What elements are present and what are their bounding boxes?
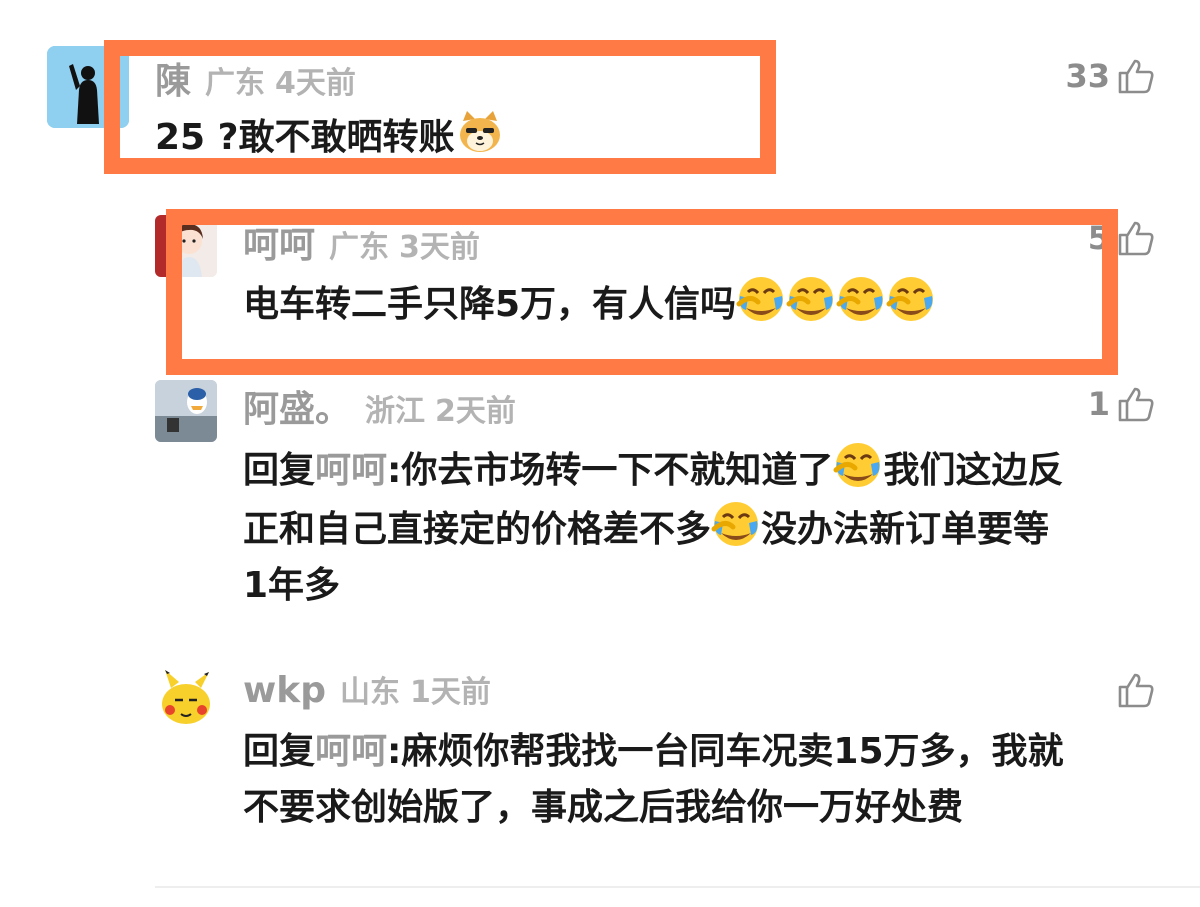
comment-text-segment: 我们这边反 — [883, 450, 1064, 491]
comment-meta: 阿盛。 浙江 2天前 — [243, 380, 516, 430]
avatar-image — [155, 668, 217, 730]
comment-text-segment: :你去市场转一下不就知道了 — [387, 450, 834, 491]
avatar[interactable] — [155, 668, 217, 730]
highlight-box — [166, 209, 1118, 375]
like-area[interactable]: 1 — [1040, 382, 1156, 426]
username[interactable]: wkp — [243, 670, 326, 711]
timestamp: 2天前 — [435, 394, 516, 429]
like-count: 1 — [1087, 385, 1110, 423]
thumbs-up-icon[interactable] — [1116, 670, 1156, 710]
comment-meta: wkp 山东 1天前 — [243, 667, 491, 713]
divider — [155, 886, 1200, 888]
thumbs-up-icon[interactable] — [1116, 384, 1156, 424]
comment-text[interactable]: 回复呵呵:麻烦你帮我找一台同车况卖15万多，我就 不要求创始版了，事成之后我给你… — [243, 724, 1064, 836]
comment-line: 回复呵呵:你去市场转一下不就知道了 我们这边反 — [243, 440, 1063, 499]
reply-prefix: 回复 — [243, 731, 316, 772]
comment-text[interactable]: 回复呵呵:你去市场转一下不就知道了 我们这边反 正和自己直接定的价格差不多 没办法新… — [243, 440, 1063, 614]
reply-prefix: 回复 — [243, 450, 316, 491]
comment-text-segment: :麻烦你帮我找一台同车况卖15万多，我就 — [387, 731, 1064, 772]
avatar-image — [155, 380, 217, 442]
laugh-cry-emoji — [833, 440, 883, 490]
comment-line: 回复呵呵:麻烦你帮我找一台同车况卖15万多，我就 — [243, 724, 1064, 780]
like-count: 33 — [1065, 57, 1110, 95]
thumbs-up-icon[interactable] — [1116, 218, 1156, 258]
like-area[interactable]: 33 — [1040, 54, 1156, 98]
username[interactable]: 阿盛。 — [243, 380, 351, 432]
location: 山东 — [339, 675, 400, 710]
reply-target-username[interactable]: 呵呵 — [315, 450, 387, 491]
comment-text-segment: 没办法新订单要等 — [761, 509, 1050, 550]
comment-line: 正和自己直接定的价格差不多 没办法新订单要等 — [243, 499, 1063, 558]
like-area[interactable] — [1040, 668, 1156, 712]
laugh-cry-emoji — [711, 499, 761, 549]
reply-target-username[interactable]: 呵呵 — [315, 731, 387, 772]
avatar[interactable] — [155, 380, 217, 442]
comment-text-segment: 正和自己直接定的价格差不多 — [243, 509, 712, 550]
location: 浙江 — [365, 394, 426, 429]
comment-line: 不要求创始版了，事成之后我给你一万好处费 — [243, 787, 964, 828]
highlight-box — [104, 40, 776, 174]
comment-line: 1年多 — [243, 565, 341, 606]
thumbs-up-icon[interactable] — [1116, 56, 1156, 96]
timestamp: 1天前 — [409, 675, 491, 710]
